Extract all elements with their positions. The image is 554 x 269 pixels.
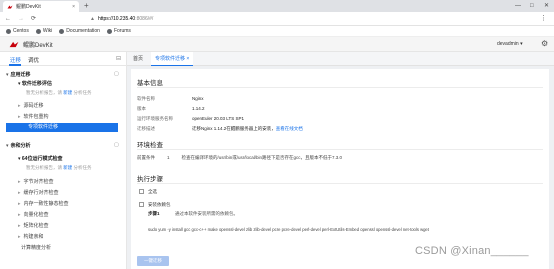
sidebar-item-memory-consistency[interactable]: ▸ 内存一致性静态检查 [18,200,69,207]
url-host: https://10.235.40 [97,16,136,22]
globe-icon [35,28,41,34]
sidebar-item-precision-analysis[interactable]: 计算精度分析 [18,244,51,251]
maximize-icon[interactable]: □ [530,0,534,12]
lock-icon: ▲ [90,16,95,22]
field-value-name: Nginx [192,96,204,101]
forward-icon[interactable]: → [18,14,24,24]
new-tab-button[interactable]: + [84,1,89,11]
sidebar-item-vectorization[interactable]: ▸ 向量化检查 [18,211,49,218]
install-dep-checkbox[interactable] [139,202,144,207]
sidebar: 迁移 调优 ⊟ ▾ 应用迁移 ▢ ▾ 软件迁移评估 暂无分析报告，请 新建 分析任… [0,52,127,269]
command-text: sudo yum -y install gcc gcc-c++ make ope… [148,227,429,232]
watermark: CSDN @Xinan______ [415,245,529,257]
minimize-icon[interactable]: — [515,0,521,12]
tab-close-icon[interactable]: × [72,4,75,10]
page-tabs: 首页 专项软件迁移 × [127,52,554,66]
collapse-icon[interactable]: ⊟ [116,55,121,62]
caret-down-icon: ▾ [6,143,9,149]
group-affinity-analysis[interactable]: ▾ 亲和分析 [6,142,31,149]
env-check-row: 前置条件 1 检查在编译环境的/usr/bin或/usr/local/bin路径下是… [137,155,343,160]
divider [137,149,543,150]
gear-icon[interactable]: ⚙ [541,39,548,49]
kunpeng-logo-icon [7,5,13,8]
browser-tab[interactable]: 鲲鹏DevKit × [3,1,79,12]
window-close-icon[interactable]: ✕ [544,0,549,12]
caret-down-icon: ▾ [6,72,9,78]
section-env-check: 环境检查 [137,142,163,149]
create-task-link[interactable]: 新建 [63,165,72,170]
bookmark-forums[interactable]: Forums [106,28,131,34]
field-value-desc: 迁移Nginx 1.14.2在鲲鹏服务器上的安装，查看在线文档 [192,126,303,131]
field-label-name: 软件名称 [137,96,155,101]
group-tool-icon[interactable]: ▢ [114,142,119,148]
sidebar-item-cacheline-align[interactable]: ▸ 缓存行对齐检查 [18,189,59,196]
back-icon[interactable]: ← [5,14,11,24]
create-task-link[interactable]: 新建 [63,90,72,95]
divider [137,183,543,184]
tab-tuning[interactable]: 调优 [28,56,39,64]
sidebar-item-build-affinity[interactable]: ▸ 构建亲和 [18,233,44,240]
sidebar-item-source-migration[interactable]: ▸ 源码迁移 [18,102,44,109]
step-description: 通过本软件安装所需的依赖包。 [175,211,238,216]
subgroup-64bit-check[interactable]: ▾ 64位运行模式检查 [18,155,62,162]
kunpeng-logo-icon [9,41,19,47]
select-all-label: 全选 [148,189,157,194]
sidebar-item-byte-align[interactable]: ▸ 字节对齐检查 [18,178,54,185]
sidebar-item-package-rebuild[interactable]: ▸ 软件包重构 [18,113,49,120]
sidebar-item-matrix[interactable]: ▸ 矩阵化检查 [18,222,49,229]
app-header: 鲲鹏DevKit devadmin ▾ ⚙ [0,37,554,52]
bookmark-centos[interactable]: Centos [6,28,29,34]
globe-icon [59,28,65,34]
url-field[interactable]: ▲ https://10.235.40:8086/#/ [88,14,530,24]
section-exec-steps: 执行步骤 [137,176,163,183]
tab-home[interactable]: 首页 [129,52,147,66]
field-label-version: 版本 [137,106,146,111]
step-label: 步骤1 [148,211,160,216]
bookmark-wiki[interactable]: Wiki [35,28,52,34]
reload-icon[interactable]: ⟳ [31,14,36,24]
globe-icon [6,28,11,34]
browser-tab-bar: 鲲鹏DevKit × + — □ ✕ [0,0,554,12]
sidebar-item-special-software-migration[interactable]: 专项软件迁移 [6,123,118,132]
subgroup-migration-assessment[interactable]: ▾ 软件迁移评估 [18,80,52,87]
sidebar-tabs: 迁移 调优 ⊟ [0,52,127,66]
brand-name: 鲲鹏DevKit [23,42,53,49]
group-tool-icon[interactable]: ▢ [114,71,119,77]
migration-detail-card: 基本信息 软件名称 Nginx 版本 1.14.2 运行环境服务名称 openE… [131,69,549,269]
divider [137,87,543,88]
bookmarks-bar: Centos Wiki Documentation Forums [0,26,554,37]
tab-migration[interactable]: 迁移 [10,56,21,64]
section-basic-info: 基本信息 [137,80,163,87]
active-tab-indicator [9,64,21,66]
one-click-migrate-button[interactable]: 一键迁移 [137,256,169,266]
user-menu[interactable]: devadmin ▾ [497,41,523,47]
empty-report-hint: 暂无分析报告，请 新建 分析任务 [26,90,92,95]
bookmark-documentation[interactable]: Documentation [59,28,100,34]
tab-special-migration[interactable]: 专项软件迁移 × [151,52,194,66]
online-doc-link[interactable]: 查看在线文档 [276,126,303,131]
group-app-migration[interactable]: ▾ 应用迁移 [6,71,31,78]
field-label-os: 运行环境服务名称 [137,116,173,121]
main-content: 首页 专项软件迁移 × 基本信息 软件名称 Nginx 版本 1.14.2 运行… [127,52,554,269]
url-path: :8086/#/ [135,16,154,22]
install-dep-label: 安装依赖包 [148,202,171,207]
field-value-os: openEuler 20.03 LTS SP1 [192,116,244,121]
brand[interactable]: 鲲鹏DevKit [8,40,53,49]
field-value-version: 1.14.2 [192,106,205,111]
select-all-checkbox[interactable] [139,189,144,194]
empty-report-hint: 暂无分析报告，请 新建 分析任务 [26,165,92,170]
field-label-desc: 迁移描述 [137,126,155,131]
address-bar-row: ← → ⟳ ▲ https://10.235.40:8086/#/ ⋮ [0,12,554,26]
globe-icon [106,28,112,34]
browser-menu-icon[interactable]: ⋮ [540,14,547,24]
browser-tab-title: 鲲鹏DevKit [16,4,41,10]
